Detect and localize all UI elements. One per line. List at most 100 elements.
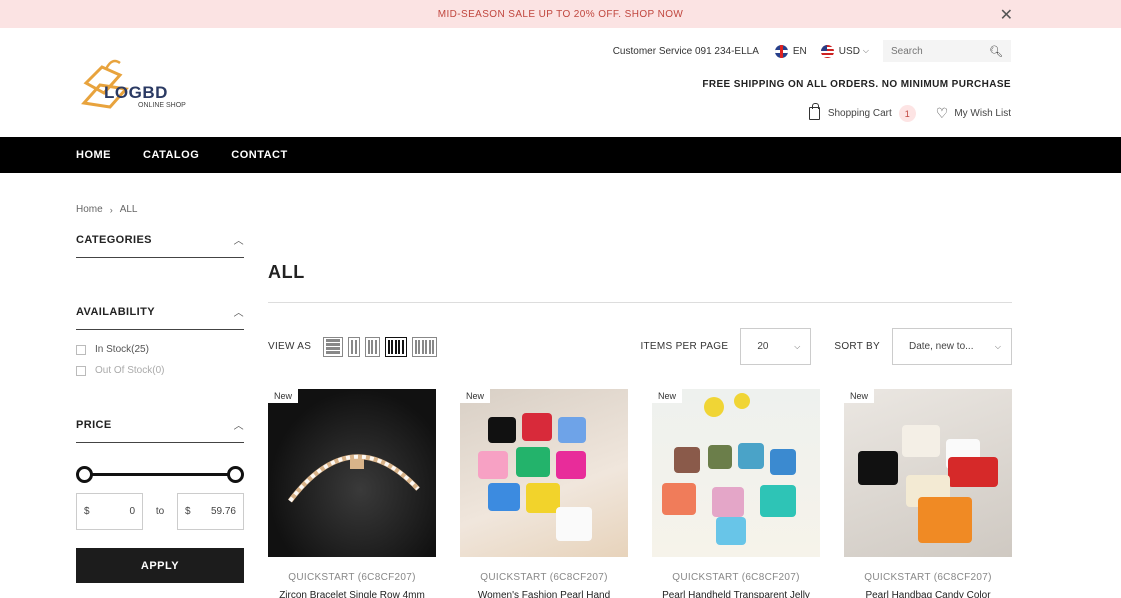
customer-service-text: Customer Service 091 234-ELLA bbox=[612, 45, 759, 57]
top-utility-bar: Customer Service 091 234-ELLA EN USD ⌵ 🔍… bbox=[613, 40, 1011, 62]
price-min-value: 0 bbox=[129, 506, 135, 517]
sort-by-label: SORT BY bbox=[834, 341, 880, 352]
filter-out-of-stock[interactable]: Out Of Stock(0) bbox=[76, 365, 244, 376]
bracelet-illustration bbox=[288, 454, 420, 503]
product-name[interactable]: Women's Fashion Pearl Hand bbox=[460, 590, 628, 598]
slider-min-handle[interactable] bbox=[76, 466, 93, 483]
out-of-stock-label: Out Of Stock(0) bbox=[95, 365, 165, 376]
announcement-bar: MID-SEASON SALE UP TO 20% OFF. SHOP NOW … bbox=[0, 0, 1121, 28]
price-max-value: 59.76 bbox=[210, 506, 236, 517]
slider-max-handle[interactable] bbox=[227, 466, 244, 483]
product-name[interactable]: Zircon Bracelet Single Row 4mm bbox=[268, 590, 436, 598]
view-as-label: VIEW AS bbox=[268, 341, 312, 352]
wishlist-link[interactable]: ♡ My Wish List bbox=[936, 105, 1011, 122]
view-4-columns-button[interactable] bbox=[384, 336, 407, 357]
currency-symbol: $ bbox=[185, 506, 191, 517]
view-2-columns-button[interactable] bbox=[348, 336, 360, 357]
search-input[interactable] bbox=[891, 45, 981, 57]
quickstart-label[interactable]: QUICKSTART (6C8CF207) bbox=[268, 572, 436, 583]
product-card[interactable]: New QUICKSTART (6C8CF207) Pearl Handheld… bbox=[652, 389, 820, 598]
new-badge: New bbox=[460, 389, 491, 403]
chevron-down-icon: ⌵ bbox=[794, 341, 801, 351]
breadcrumb-home[interactable]: Home bbox=[76, 204, 103, 215]
page-title: ALL bbox=[268, 262, 305, 282]
apply-button[interactable]: APPLY bbox=[76, 548, 244, 583]
product-card[interactable]: New QUICKSTART (6C8CF207) Zircon Bracele… bbox=[268, 389, 436, 598]
price-min-field[interactable]: $ 0 bbox=[76, 493, 143, 530]
price-range-slider[interactable] bbox=[76, 466, 244, 483]
chevron-up-icon: ︿ bbox=[233, 421, 244, 432]
price-to-label: to bbox=[155, 506, 165, 517]
free-shipping-notice: FREE SHIPPING ON ALL ORDERS. NO MINIMUM … bbox=[702, 79, 1011, 90]
items-per-page-value: 20 bbox=[757, 341, 769, 352]
view-list-button[interactable] bbox=[323, 336, 344, 357]
in-stock-checkbox[interactable] bbox=[76, 344, 86, 355]
price-max-field[interactable]: $ 59.76 bbox=[177, 493, 244, 530]
product-card[interactable]: New QUICKSTART (6C8CF207) Women's Fashio… bbox=[460, 389, 628, 598]
view-5-columns-button[interactable] bbox=[411, 336, 438, 357]
heart-icon: ♡ bbox=[935, 105, 949, 121]
logo-subtitle: ONLINE SHOP bbox=[138, 102, 186, 109]
account-links: Shopping Cart 1 ♡ My Wish List bbox=[808, 103, 1011, 122]
currency-label: USD bbox=[838, 45, 860, 57]
availability-title: AVAILABILITY bbox=[76, 305, 155, 318]
search-icon[interactable]: 🔍︎ bbox=[989, 45, 1003, 58]
nav-item-contact[interactable]: CONTACT bbox=[231, 149, 287, 161]
price-title: PRICE bbox=[76, 418, 112, 431]
categories-title: CATEGORIES bbox=[76, 233, 152, 246]
out-of-stock-checkbox[interactable] bbox=[76, 365, 86, 376]
divider bbox=[268, 302, 1012, 303]
breadcrumb-current: ALL bbox=[119, 204, 138, 215]
filter-in-stock[interactable]: In Stock(25) bbox=[76, 344, 244, 355]
chevron-up-icon: ︿ bbox=[233, 236, 244, 247]
us-flag-icon bbox=[820, 44, 834, 58]
sort-by-value: Date, new to... bbox=[909, 341, 974, 352]
new-badge: New bbox=[268, 389, 299, 403]
chevron-down-icon: ⌵ bbox=[862, 46, 869, 55]
nav-item-catalog[interactable]: CATALOG bbox=[143, 149, 199, 161]
categories-header[interactable]: CATEGORIES ︿ bbox=[76, 232, 244, 258]
quickstart-label[interactable]: QUICKSTART (6C8CF207) bbox=[652, 572, 820, 583]
chevron-up-icon: ︿ bbox=[233, 308, 244, 319]
product-image-pearl-bags[interactable]: New bbox=[460, 389, 628, 557]
product-image-jelly-bags[interactable]: New bbox=[652, 389, 820, 557]
announcement-text[interactable]: MID-SEASON SALE UP TO 20% OFF. SHOP NOW bbox=[438, 9, 683, 20]
product-name[interactable]: Pearl Handheld Transparent Jelly bbox=[652, 590, 820, 598]
product-image-candy-bags[interactable]: New bbox=[844, 389, 1012, 557]
uk-flag-icon bbox=[774, 44, 788, 58]
product-card[interactable]: New QUICKSTART (6C8CF207) Pearl Handbag … bbox=[844, 389, 1012, 598]
product-name[interactable]: Pearl Handbag Candy Color bbox=[844, 590, 1012, 598]
sort-by-select[interactable]: Date, new to... ⌵ bbox=[892, 328, 1012, 365]
shopping-bag-icon bbox=[808, 103, 820, 120]
wishlist-label: My Wish List bbox=[954, 108, 1011, 119]
chevron-down-icon: ⌵ bbox=[994, 341, 1001, 351]
product-grid: New QUICKSTART (6C8CF207) Zircon Bracele… bbox=[268, 389, 1012, 598]
collection-toolbar: VIEW AS ITEMS PER PAGE 20 ⌵ SORT BY Date… bbox=[268, 328, 1012, 365]
currency-symbol: $ bbox=[84, 506, 90, 517]
nav-item-home[interactable]: HOME bbox=[76, 149, 111, 161]
chevron-right-icon: › bbox=[109, 204, 113, 215]
language-selector[interactable]: EN bbox=[774, 44, 807, 58]
search-box: 🔍︎ bbox=[883, 40, 1011, 62]
quickstart-label[interactable]: QUICKSTART (6C8CF207) bbox=[460, 572, 628, 583]
main-nav: HOME CATALOG CONTACT bbox=[0, 137, 1121, 173]
items-per-page-select[interactable]: 20 ⌵ bbox=[740, 328, 812, 365]
items-per-page-label: ITEMS PER PAGE bbox=[640, 341, 729, 352]
breadcrumb: Home › ALL bbox=[76, 204, 137, 215]
new-badge: New bbox=[844, 389, 875, 403]
close-icon[interactable]: ✕ bbox=[1000, 5, 1013, 25]
filter-sidebar: CATEGORIES ︿ AVAILABILITY ︿ In Stock(25)… bbox=[76, 232, 244, 583]
view-3-columns-button[interactable] bbox=[364, 336, 380, 357]
cart-count-badge: 1 bbox=[898, 105, 916, 122]
quickstart-label[interactable]: QUICKSTART (6C8CF207) bbox=[844, 572, 1012, 583]
logo-word: LOGBD bbox=[104, 83, 168, 102]
language-label: EN bbox=[792, 45, 807, 57]
price-header[interactable]: PRICE ︿ bbox=[76, 417, 244, 443]
product-image-bracelet[interactable]: New bbox=[268, 389, 436, 557]
logo[interactable]: LOGBD ONLINE SHOP bbox=[80, 55, 200, 115]
shopping-cart-link[interactable]: Shopping Cart 1 bbox=[808, 103, 916, 122]
slider-track bbox=[84, 473, 236, 476]
cart-label: Shopping Cart bbox=[827, 108, 892, 119]
currency-selector[interactable]: USD ⌵ bbox=[820, 44, 869, 58]
availability-header[interactable]: AVAILABILITY ︿ bbox=[76, 304, 244, 330]
